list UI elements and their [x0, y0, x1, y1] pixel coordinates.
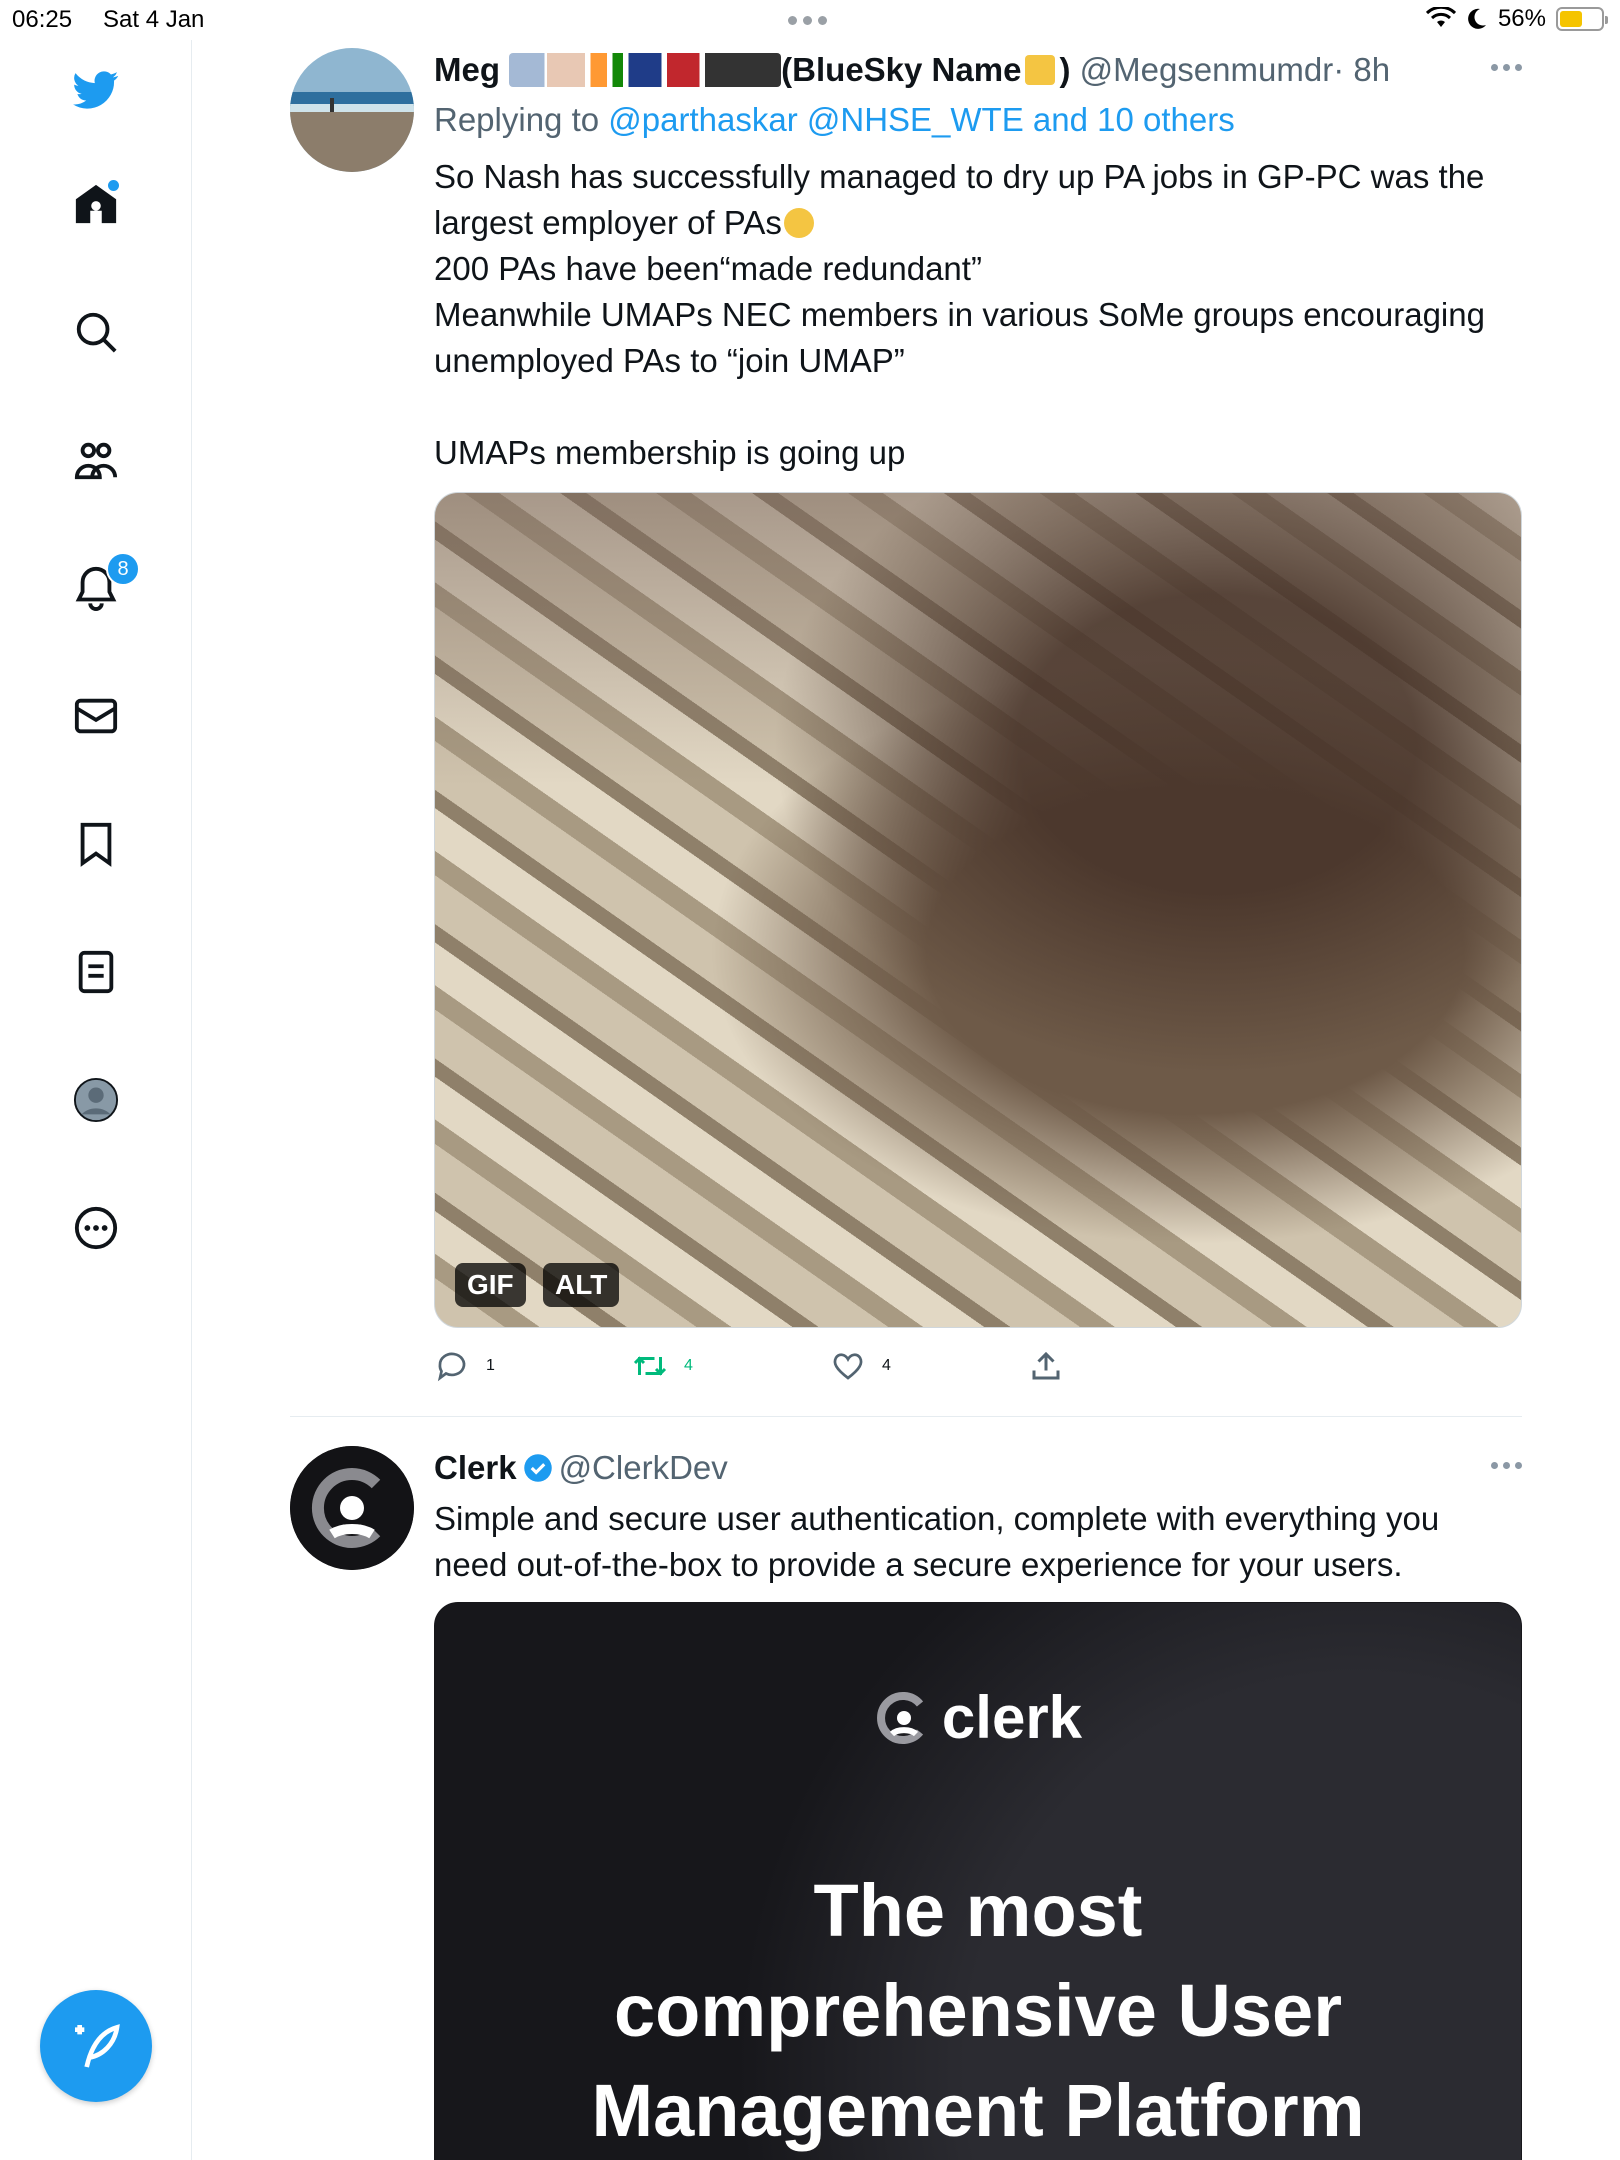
alt-badge[interactable]: ALT [543, 1263, 620, 1307]
sidebar: 8 [0, 40, 192, 2160]
tweet-line: 200 PAs have been“made redundant” [434, 250, 982, 287]
tweet-line: unemployed PAs to “join UMAP” [434, 342, 905, 379]
tweet-line [434, 384, 1522, 430]
sidebar-item-notifications[interactable]: 8 [50, 542, 142, 634]
communities-icon [74, 442, 118, 480]
sidebar-item-search[interactable] [50, 286, 142, 378]
sidebar-item-bookmarks[interactable] [50, 798, 142, 890]
multitasking-dots-icon[interactable] [788, 16, 827, 25]
status-time: 06:25 [12, 6, 73, 33]
share-icon [1032, 1351, 1060, 1380]
replying-links[interactable]: @parthaskar @NHSE_WTE and 10 others [608, 101, 1234, 138]
notification-badge: 8 [106, 552, 140, 586]
ad-headline-line: comprehensive User [613, 1969, 1342, 2052]
ad-logo: clerk [435, 1683, 1521, 1752]
battery-percent: 56% [1497, 5, 1546, 32]
tweet-line: UMAPs membership is going up [434, 434, 906, 471]
more-icon [74, 1206, 118, 1250]
tweet-more-icon[interactable] [1491, 64, 1522, 71]
tweet-line: Simple and secure user authentication, c… [434, 1500, 1440, 1537]
status-indicators: 56% [1425, 5, 1608, 33]
name-emoji-strip [509, 53, 782, 87]
author-name-end: ) [1059, 51, 1071, 88]
search-icon [76, 312, 117, 353]
tweet-more-icon[interactable] [1491, 1462, 1522, 1469]
retweet-count: 4 [684, 1357, 693, 1374]
like-button[interactable]: 4 [830, 1348, 891, 1384]
avatar[interactable] [290, 1446, 414, 1570]
tweet-text: Simple and secure user authentication, c… [434, 1496, 1522, 1588]
author-name-suffix: (BlueSky Name [781, 51, 1022, 88]
gif-badge: GIF [455, 1263, 526, 1307]
retweet-icon [633, 1356, 667, 1376]
grimacing-emoji [783, 208, 814, 238]
clerk-logo-avatar [290, 1446, 414, 1570]
twitter-logo[interactable] [50, 44, 142, 136]
tweet-line: need out-of-the-box to provide a secure … [434, 1546, 1403, 1583]
ad-image[interactable]: clerk The most comprehensive User Manage… [434, 1602, 1522, 2160]
gif-overlay [435, 493, 1521, 1327]
ad-logo-text: clerk [941, 1684, 1083, 1751]
reply-count: 1 [486, 1357, 495, 1374]
lists-icon [78, 950, 114, 994]
heart-icon [833, 1353, 863, 1380]
tweet-time[interactable]: · 8h [1333, 51, 1390, 88]
reply-button[interactable]: 1 [434, 1348, 495, 1384]
share-button[interactable] [1028, 1348, 1064, 1384]
author-name[interactable]: Clerk [434, 1449, 517, 1486]
avatar[interactable] [290, 48, 414, 172]
sidebar-item-profile[interactable] [50, 1054, 142, 1146]
tweet-line: So Nash has successfully managed to dry … [434, 158, 1485, 195]
like-count: 4 [882, 1357, 891, 1374]
tweet-header: Clerk @ClerkDev [434, 1446, 1522, 1490]
beach-photo [290, 48, 414, 172]
tweet-header: Meg (BlueSky Name) @Megsenmumdr· 8h [434, 48, 1522, 92]
clerk-logo-icon [876, 1691, 924, 1744]
reply-icon [437, 1352, 466, 1382]
bookmarks-icon [80, 822, 112, 867]
sidebar-item-lists[interactable] [50, 926, 142, 1018]
replying-to: Replying to @parthaskar @NHSE_WTE and 10… [434, 98, 1522, 142]
sidebar-item-messages[interactable] [50, 670, 142, 762]
sidebar-item-more[interactable] [50, 1182, 142, 1274]
tweet-divider [290, 1416, 1522, 1417]
tweet-clerk[interactable]: Clerk @ClerkDev Simple and secure user au… [290, 1446, 1522, 2160]
messages-icon [74, 698, 118, 734]
tweet-actions: 1 4 4 [434, 1348, 1522, 1388]
battery-icon [1556, 7, 1608, 31]
tweet-gif[interactable]: GIF ALT [434, 492, 1522, 1328]
retweet-button[interactable]: 4 [632, 1348, 693, 1384]
author-handle[interactable]: @Megsenmumdr [1080, 51, 1334, 88]
replying-prefix: Replying to [434, 101, 600, 138]
tweet-text: So Nash has successfully managed to dry … [434, 154, 1522, 476]
sidebar-item-communities[interactable] [50, 414, 142, 506]
ad-headline: The most comprehensive User Management P… [435, 1861, 1521, 2160]
twitter-bird-icon [73, 71, 119, 109]
status-bar: 06:25 Sat 4 Jan 56% [0, 0, 1620, 40]
status-date: Sat 4 Jan [103, 6, 205, 33]
author-handle[interactable]: @ClerkDev [559, 1449, 728, 1486]
wifi-icon [1425, 7, 1456, 27]
compose-button[interactable] [40, 1990, 152, 2102]
home-new-dot [108, 180, 119, 191]
verified-badge-icon [523, 1454, 552, 1482]
compose-icon [75, 2024, 120, 2068]
tweet-meg[interactable]: Meg (BlueSky Name) @Megsenmumdr· 8h Repl… [290, 48, 1522, 1416]
tweet-line: Meanwhile UMAPs NEC members in various S… [434, 296, 1485, 333]
battery-fill [1560, 11, 1583, 27]
profile-icon [73, 1077, 119, 1123]
moon-icon [1468, 8, 1486, 29]
ad-headline-line: Management Platform [591, 2069, 1365, 2152]
tweet-line: largest employer of PAs [434, 200, 1522, 246]
pointing-down-emoji [1025, 55, 1056, 85]
ad-headline-line: The most [813, 1869, 1143, 1952]
author-name[interactable]: Meg [434, 51, 500, 88]
sidebar-item-home[interactable] [50, 158, 142, 250]
